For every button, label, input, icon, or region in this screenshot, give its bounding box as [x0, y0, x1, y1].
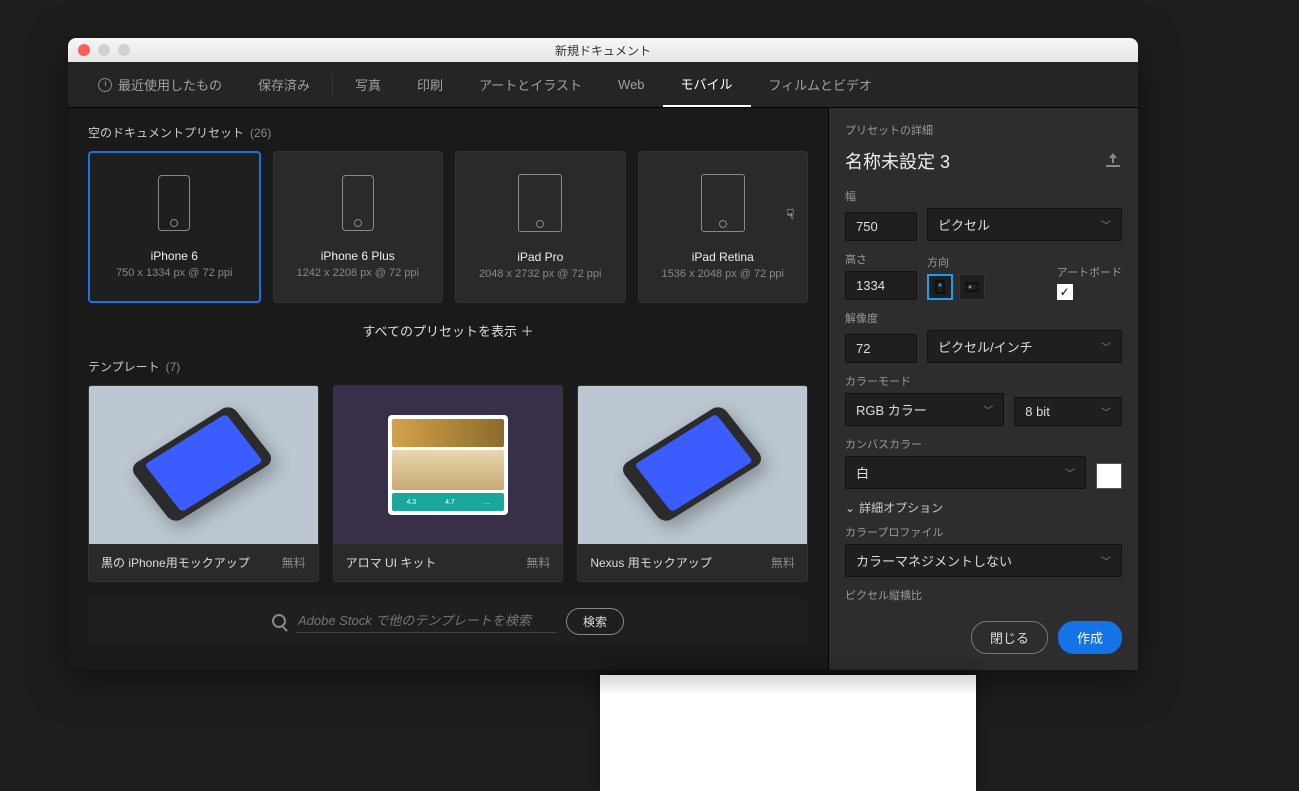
resolution-label: 解像度	[845, 310, 1122, 326]
chevron-down-icon: ﹀	[983, 402, 993, 417]
orientation-label: 方向	[927, 254, 985, 270]
tablet-icon	[518, 174, 562, 232]
show-all-presets-link[interactable]: すべてのプリセットを表示 ＋	[88, 321, 808, 340]
download-preset-icon[interactable]	[1104, 151, 1122, 172]
resolution-input[interactable]	[845, 334, 917, 363]
titlebar: 新規ドキュメント	[68, 38, 1138, 62]
preset-panel: 空のドキュメントプリセット (26) iPhone 6 750 x 1334 p…	[68, 108, 828, 670]
window-title: 新規ドキュメント	[68, 42, 1138, 59]
orientation-landscape-button[interactable]	[959, 274, 985, 300]
category-tabs: 最近使用したもの 保存済み 写真 印刷 アートとイラスト Web モバイル フィ…	[68, 62, 1138, 108]
preset-iphone6plus[interactable]: iPhone 6 Plus 1242 x 2208 px @ 72 ppi	[273, 151, 444, 303]
template-iphone-mockup[interactable]: 黒の iPhone用モックアップ 無料	[88, 385, 319, 582]
template-thumbnail	[89, 386, 318, 544]
width-input[interactable]	[845, 212, 917, 241]
preset-iphone6[interactable]: iPhone 6 750 x 1334 px @ 72 ppi	[88, 151, 261, 303]
search-icon	[272, 614, 286, 628]
clock-icon	[98, 78, 112, 92]
document-name[interactable]: 名称未設定 3	[845, 148, 950, 174]
close-button[interactable]: 閉じる	[971, 621, 1048, 654]
chevron-down-icon: ﹀	[1101, 339, 1111, 354]
bitdepth-select[interactable]: 8 bit﹀	[1014, 397, 1122, 426]
close-window-icon[interactable]	[78, 44, 90, 56]
chevron-down-icon: ⌄	[845, 501, 855, 515]
template-thumbnail	[578, 386, 807, 544]
unit-select[interactable]: ピクセル﹀	[927, 208, 1122, 241]
zoom-window-icon[interactable]	[118, 44, 130, 56]
preset-ipadpro[interactable]: iPad Pro 2048 x 2732 px @ 72 ppi	[455, 151, 626, 303]
window-controls	[78, 44, 130, 56]
canvas-color-select[interactable]: 白﹀	[845, 456, 1086, 489]
templates-header: テンプレート (7)	[88, 358, 808, 375]
tab-art[interactable]: アートとイラスト	[461, 62, 600, 107]
preset-details-panel: プリセットの詳細 名称未設定 3 幅 ピクセル﹀ 高さ	[828, 108, 1138, 670]
template-thumbnail: 4.34.7...	[334, 386, 563, 544]
chevron-down-icon: ﹀	[1101, 404, 1111, 419]
tab-print[interactable]: 印刷	[399, 62, 461, 107]
phone-icon	[158, 175, 190, 231]
resolution-unit-select[interactable]: ピクセル/インチ﹀	[927, 330, 1122, 363]
template-aroma-ui[interactable]: 4.34.7... アロマ UI キット 無料	[333, 385, 564, 582]
blank-presets-header: 空のドキュメントプリセット (26)	[88, 124, 808, 141]
minimize-window-icon[interactable]	[98, 44, 110, 56]
tab-web[interactable]: Web	[600, 62, 663, 107]
phone-icon	[342, 175, 374, 231]
stock-search-input[interactable]	[296, 609, 556, 633]
tab-separator	[332, 74, 333, 96]
advanced-options-toggle[interactable]: ⌄ 詳細オプション	[845, 499, 1122, 516]
colormode-label: カラーモード	[845, 373, 1122, 389]
tab-recent[interactable]: 最近使用したもの	[80, 62, 240, 107]
details-header: プリセットの詳細	[845, 122, 1122, 138]
width-label: 幅	[845, 188, 1122, 204]
height-label: 高さ	[845, 251, 917, 267]
tab-film[interactable]: フィルムとビデオ	[751, 62, 890, 107]
search-button[interactable]: 検索	[566, 608, 624, 635]
artboard-label: アートボード	[1057, 264, 1122, 280]
new-document-dialog: 新規ドキュメント 最近使用したもの 保存済み 写真 印刷 アートとイラスト We…	[68, 38, 1138, 670]
tab-photo[interactable]: 写真	[337, 62, 399, 107]
chevron-down-icon: ﹀	[1101, 217, 1111, 232]
pixel-aspect-label: ピクセル縦横比	[845, 587, 1122, 603]
stock-search-bar: 検索	[88, 598, 808, 644]
canvas-peek	[600, 675, 976, 791]
tab-saved[interactable]: 保存済み	[240, 62, 328, 107]
canvas-color-label: カンバスカラー	[845, 436, 1122, 452]
colormode-select[interactable]: RGB カラー﹀	[845, 393, 1004, 426]
create-button[interactable]: 作成	[1058, 621, 1122, 654]
canvas-color-swatch[interactable]	[1096, 463, 1122, 489]
preset-ipadretina[interactable]: iPad Retina 1536 x 2048 px @ 72 ppi	[638, 151, 809, 303]
chevron-down-icon: ﹀	[1065, 465, 1075, 480]
height-input[interactable]	[845, 271, 917, 300]
color-profile-label: カラープロファイル	[845, 524, 1122, 540]
chevron-down-icon: ﹀	[1101, 553, 1111, 568]
orientation-portrait-button[interactable]	[927, 274, 953, 300]
artboard-checkbox[interactable]: ✓	[1057, 284, 1073, 300]
tab-mobile[interactable]: モバイル	[663, 62, 751, 107]
template-nexus-mockup[interactable]: Nexus 用モックアップ 無料	[577, 385, 808, 582]
tablet-icon	[701, 174, 745, 232]
color-profile-select[interactable]: カラーマネジメントしない﹀	[845, 544, 1122, 577]
